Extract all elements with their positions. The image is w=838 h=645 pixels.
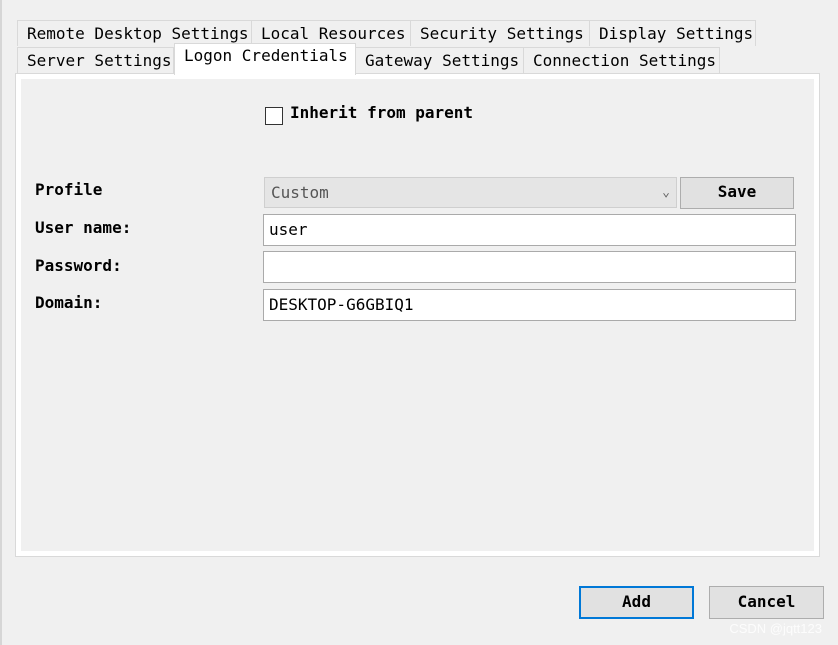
tab-security-settings[interactable]: Security Settings (410, 20, 590, 46)
cancel-button[interactable]: Cancel (709, 586, 824, 619)
chevron-down-icon: ⌄ (662, 185, 670, 200)
profile-select-value: Custom (271, 183, 329, 202)
add-button[interactable]: Add (579, 586, 694, 619)
username-input[interactable]: user (263, 214, 796, 246)
tab-connection-settings[interactable]: Connection Settings (523, 47, 720, 73)
tab-server-settings[interactable]: Server Settings (17, 47, 174, 73)
domain-label: Domain: (35, 293, 103, 312)
save-button[interactable]: Save (680, 177, 794, 209)
tab-display-settings[interactable]: Display Settings (589, 20, 756, 46)
tab-gateway-settings[interactable]: Gateway Settings (355, 47, 524, 73)
inherit-from-parent-checkbox[interactable] (265, 107, 283, 125)
domain-input[interactable]: DESKTOP-G6GBIQ1 (263, 289, 796, 321)
watermark: CSDN @jqtt123 (729, 621, 822, 636)
password-input[interactable] (263, 251, 796, 283)
window-left-edge (0, 0, 2, 645)
profile-select[interactable]: Custom ⌄ (264, 177, 677, 208)
username-label: User name: (35, 218, 132, 237)
inherit-from-parent-label[interactable]: Inherit from parent (290, 103, 473, 122)
tab-logon-credentials[interactable]: Logon Credentials (174, 43, 356, 75)
profile-label: Profile (35, 180, 103, 199)
password-label: Password: (35, 256, 122, 275)
